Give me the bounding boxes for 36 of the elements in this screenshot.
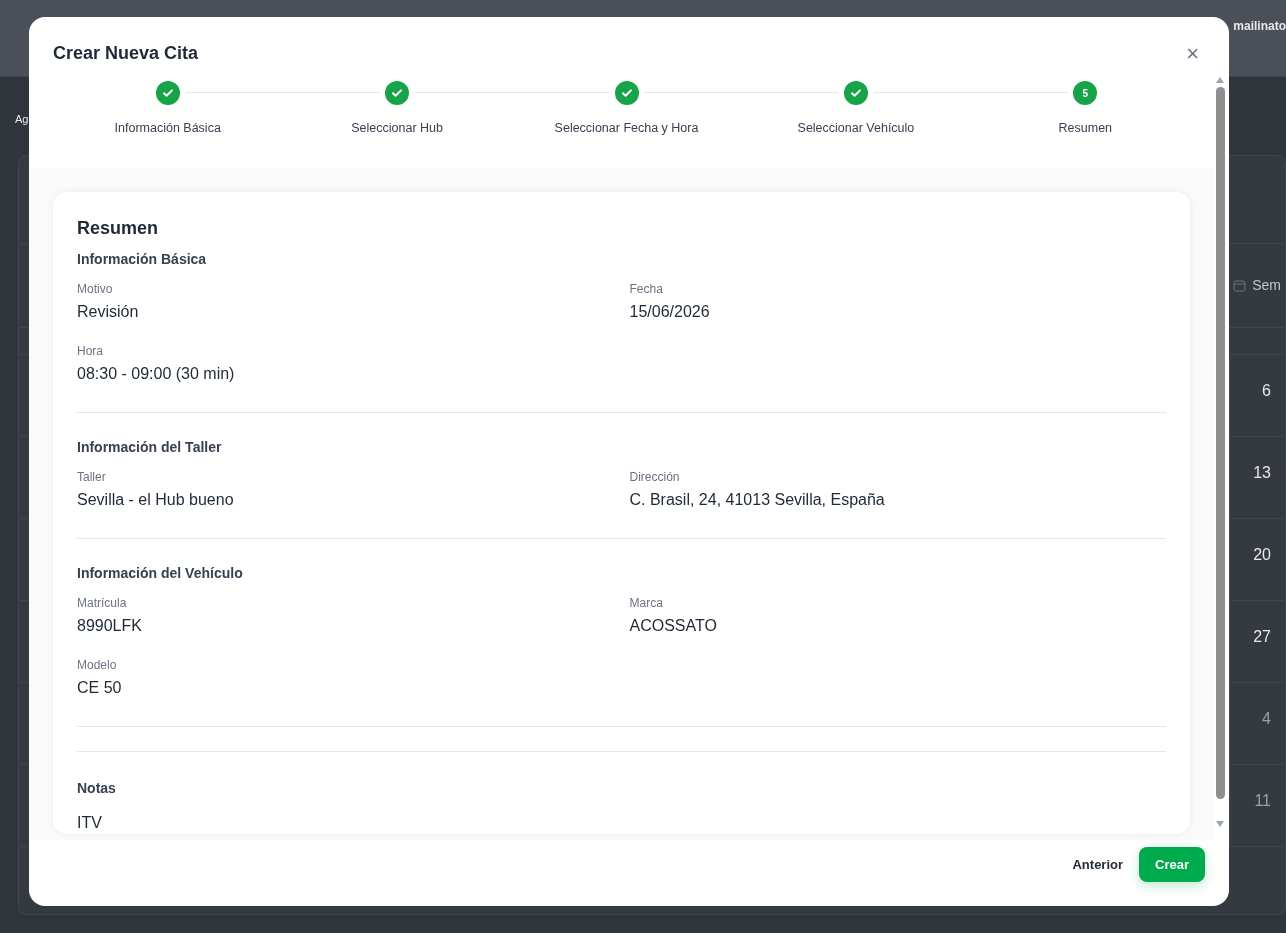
- field-value: 8990LFK: [77, 616, 143, 637]
- field-value: 15/06/2026: [629, 302, 711, 323]
- field-value: C. Brasil, 24, 41013 Sevilla, España: [629, 490, 886, 511]
- field-label: Modelo: [77, 657, 118, 675]
- previous-button[interactable]: Anterior: [1068, 846, 1128, 882]
- step-label: Seleccionar Fecha y Hora: [554, 120, 699, 137]
- calendar-icon: [1233, 279, 1247, 292]
- field-label: Dirección: [629, 469, 681, 487]
- close-button[interactable]: ×: [1180, 43, 1205, 65]
- create-button[interactable]: Crear: [1139, 846, 1205, 882]
- column-header: Sem: [1252, 276, 1281, 295]
- step-label: Información Básica: [114, 120, 221, 137]
- section-title: Notas: [77, 779, 117, 799]
- field-value: Sevilla - el Hub bueno: [77, 490, 235, 511]
- section-title: Información del Vehículo: [77, 564, 244, 584]
- field-label: Fecha: [629, 281, 664, 299]
- field-label: Taller: [77, 469, 107, 487]
- field-value: ACOSSATO: [629, 616, 718, 637]
- field-label: Marca: [629, 595, 664, 613]
- field-value: 08:30 - 09:00 (30 min): [77, 364, 236, 385]
- field-label: Matrícula: [77, 595, 128, 613]
- step-label: Resumen: [1058, 120, 1113, 137]
- step-number: 5: [1073, 81, 1098, 105]
- summary-title: Resumen: [77, 217, 160, 240]
- notes-value: ITV: [77, 813, 103, 834]
- section-title: Información del Taller: [77, 438, 223, 458]
- section-title: Información Básica: [77, 250, 208, 270]
- step-label: Seleccionar Vehículo: [797, 120, 915, 137]
- modal-title: Crear Nueva Cita: [53, 43, 199, 65]
- page-text: Ag: [15, 113, 29, 125]
- field-value: CE 50: [77, 678, 123, 699]
- field-label: Hora: [77, 343, 104, 361]
- field-label: Motivo: [77, 281, 114, 299]
- user-name: mailinato: [1233, 18, 1286, 35]
- field-value: Revisión: [77, 302, 140, 323]
- step-label: Seleccionar Hub: [351, 120, 443, 137]
